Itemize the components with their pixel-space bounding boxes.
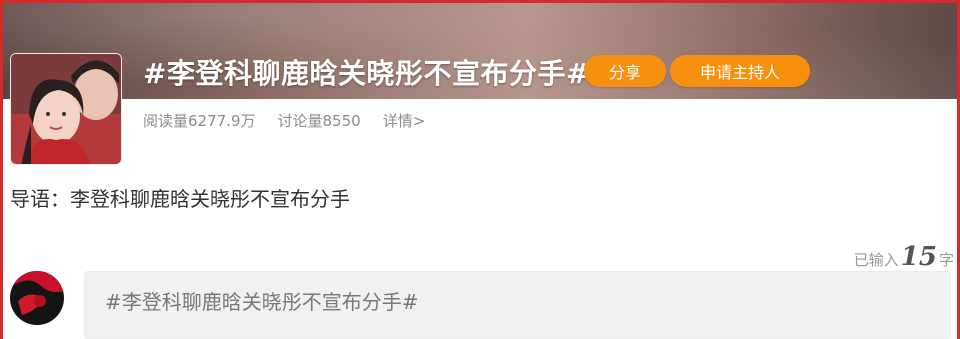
- topic-cover-image: [10, 53, 122, 165]
- topic-guide-text: 导语：李登科聊鹿晗关晓彤不宣布分手: [10, 187, 350, 211]
- read-count: 阅读量6277.9万: [143, 112, 256, 130]
- discussion-count: 讨论量8550: [277, 112, 361, 130]
- user-avatar-icon: [10, 271, 64, 325]
- topic-stats: 阅读量6277.9万 讨论量8550 详情>: [143, 110, 425, 131]
- char-counter-value: 15: [900, 242, 937, 272]
- user-avatar[interactable]: [10, 271, 64, 325]
- char-counter-prefix: 已输入: [853, 251, 899, 269]
- comment-input[interactable]: #李登科聊鹿晗关晓彤不宣布分手#: [84, 271, 951, 339]
- char-counter-suffix: 字: [938, 251, 954, 269]
- details-link[interactable]: 详情>: [383, 110, 426, 131]
- apply-host-button[interactable]: 申请主持人: [670, 55, 810, 87]
- comment-input-text: #李登科聊鹿晗关晓彤不宣布分手#: [105, 290, 419, 314]
- couple-photo-icon: [11, 54, 121, 164]
- share-button[interactable]: 分享: [584, 55, 666, 87]
- char-counter: 已输入 15 字: [854, 242, 954, 272]
- topic-title: #李登科聊鹿晗关晓彤不宣布分手#: [143, 57, 590, 90]
